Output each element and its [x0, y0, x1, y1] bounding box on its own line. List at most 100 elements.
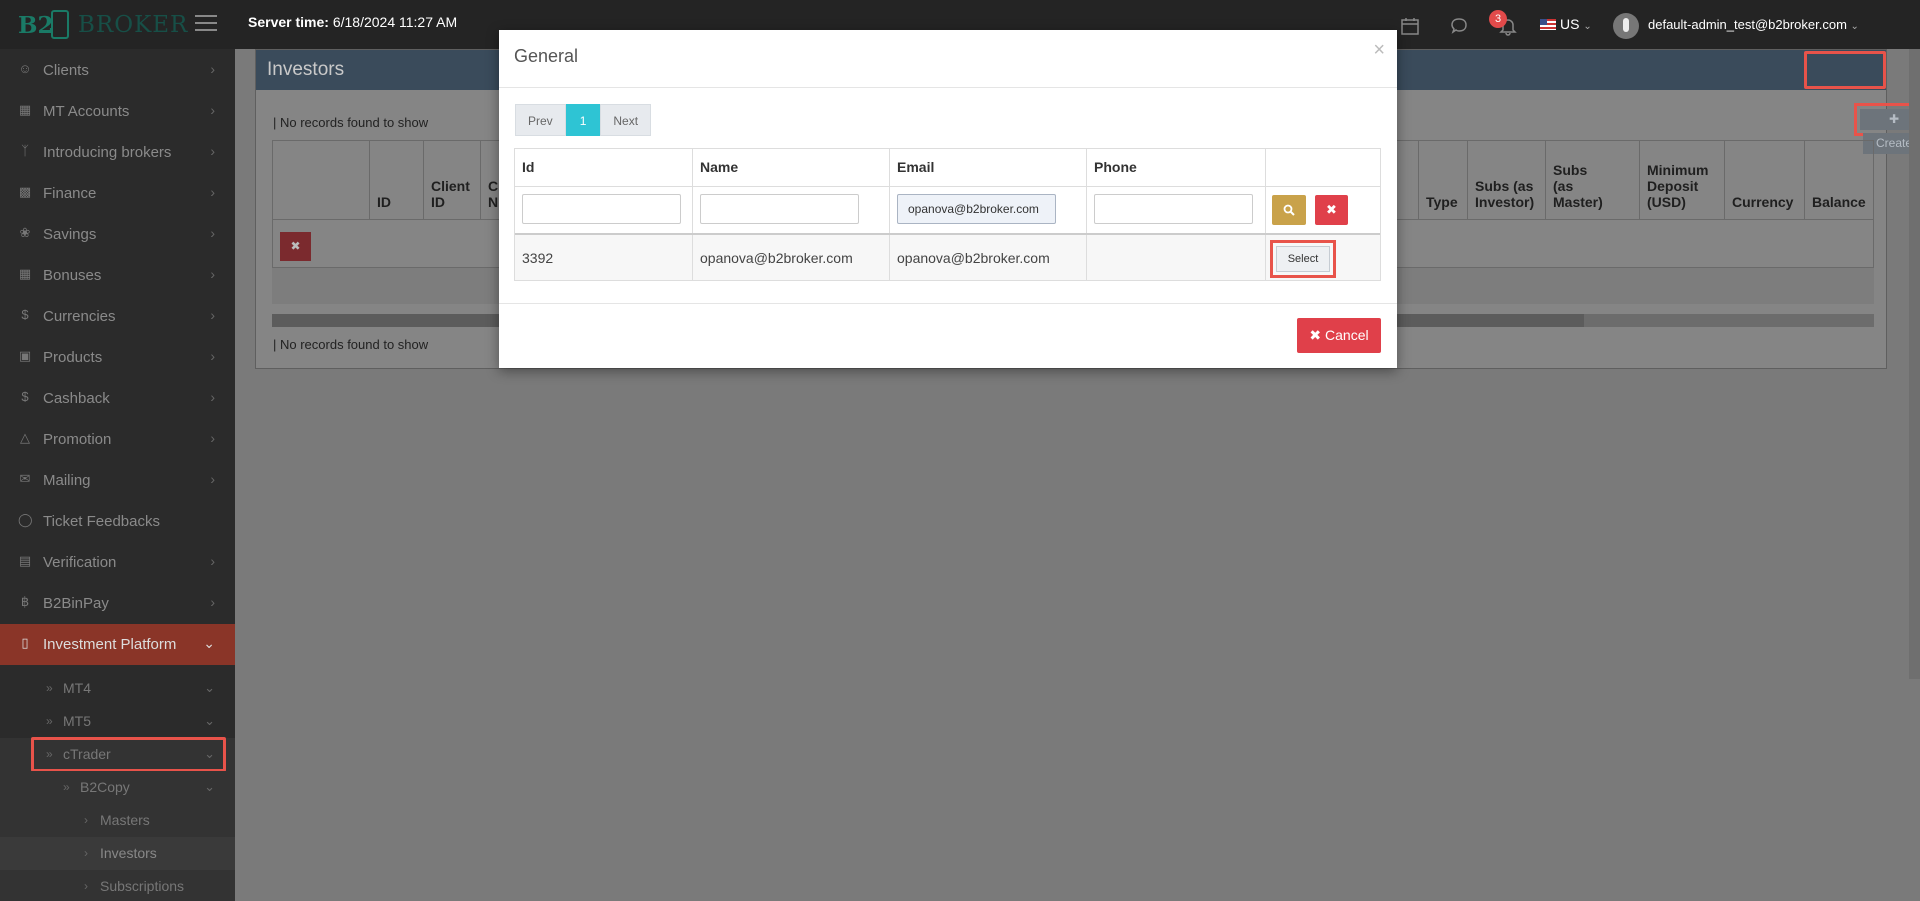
sidebar-item-savings[interactable]: ❀ Savings › [0, 214, 235, 255]
table-header-id[interactable]: ID [370, 141, 424, 219]
filter-cell [890, 187, 1087, 233]
ctrader-highlight-box [31, 737, 226, 772]
column-label: Minimum Deposit (USD) [1647, 162, 1709, 210]
clients-table: Id Name Email Phone ✖ 3392 opanova@b2bro… [514, 148, 1381, 281]
server-time-label: Server time: [248, 14, 329, 30]
name-filter-input[interactable] [700, 194, 859, 224]
modal-title: General [514, 46, 579, 66]
table-header-cell [273, 141, 370, 219]
double-chevron-icon: » [46, 681, 53, 695]
calendar-icon[interactable] [1400, 16, 1420, 36]
id-filter-input[interactable] [522, 194, 681, 224]
sidebar-item-clients[interactable]: ☺ Clients › [0, 50, 235, 91]
bar-chart-icon: ▦ [18, 102, 32, 117]
clear-filter-button[interactable]: ✖ [280, 232, 311, 261]
user-menu[interactable]: default-admin_test@b2broker.com ⌄ [1648, 17, 1859, 32]
column-label: Type [1426, 194, 1458, 210]
sidebar-item-introducing-brokers[interactable]: ᛉ Introducing brokers › [0, 132, 235, 173]
sidebar-subitem-label: Investors [100, 845, 157, 861]
logo-b2-text: B2 [18, 12, 54, 39]
column-label: Balance [1812, 194, 1866, 210]
chevron-down-icon: ⌄ [1850, 21, 1859, 32]
column-header-phone: Phone [1087, 149, 1266, 186]
money-icon: ▩ [18, 184, 32, 199]
chat-icon[interactable] [1449, 16, 1469, 36]
sidebar-item-label: Ticket Feedbacks [43, 513, 160, 530]
cancel-button[interactable]: ✖ Cancel [1297, 318, 1381, 353]
server-time-value: 6/18/2024 11:27 AM [332, 14, 458, 30]
close-icon[interactable]: × [1373, 39, 1385, 62]
table-header-client-id[interactable]: Client ID [424, 141, 481, 219]
sidebar-item-verification[interactable]: ▤ Verification › [0, 542, 235, 583]
prev-page-button[interactable]: Prev [515, 104, 566, 136]
sidebar-subitem-b2copy[interactable]: » B2Copy ⌄ [0, 771, 235, 804]
sidebar-item-products[interactable]: ▣ Products › [0, 337, 235, 378]
sidebar-item-finance[interactable]: ▩ Finance › [0, 173, 235, 214]
table-header-subs-investor[interactable]: Subs (as Investor) [1468, 141, 1546, 219]
chevron-right-icon: › [84, 846, 88, 860]
table-cell: opanova@b2broker.com [890, 235, 1087, 280]
filter-row: ✖ [515, 186, 1380, 233]
table-row[interactable]: 3392 opanova@b2broker.com opanova@b2brok… [515, 233, 1380, 280]
sidebar-item-mt-accounts[interactable]: ▦ MT Accounts › [0, 91, 235, 132]
sidebar-item-label: B2BinPay [43, 595, 109, 612]
select-button[interactable]: Select [1276, 246, 1330, 272]
chevron-down-icon: ⌄ [204, 779, 215, 794]
flag-icon[interactable] [1540, 19, 1556, 30]
filter-actions-cell: ✖ [1266, 187, 1380, 233]
search-button[interactable] [1272, 195, 1306, 225]
table-header-subs-master[interactable]: Subs (as Master) [1546, 141, 1640, 219]
table-header-type[interactable]: Type [1418, 141, 1468, 219]
page-1-button[interactable]: 1 [565, 104, 601, 136]
phone-filter-input[interactable] [1094, 194, 1253, 224]
sidebar-item-label: Savings [43, 226, 97, 243]
column-header-name: Name [693, 149, 890, 186]
sidebar-item-currencies[interactable]: $ Currencies › [0, 296, 235, 337]
table-cell [1087, 235, 1266, 280]
chevron-right-icon: › [210, 266, 215, 282]
chevron-right-icon: › [84, 813, 88, 827]
branch-icon: ᛉ [21, 143, 29, 158]
menu-toggle-icon[interactable] [195, 15, 217, 33]
chevron-down-icon: ⌄ [204, 713, 215, 728]
sidebar-subitem-label: B2Copy [80, 779, 130, 795]
no-records-label: No records found to show [280, 115, 429, 130]
vertical-scrollbar[interactable] [1909, 49, 1920, 679]
pagination: Prev 1 Next [515, 104, 652, 136]
sidebar-subitem-investors[interactable]: › Investors [0, 837, 235, 870]
clear-filter-button[interactable]: ✖ [1315, 195, 1348, 225]
sidebar-item-cashback[interactable]: $ Cashback › [0, 378, 235, 419]
cancel-label: Cancel [1325, 327, 1369, 343]
briefcase-icon: ▣ [18, 348, 32, 363]
sidebar-subitem-mt5[interactable]: » MT5 ⌄ [0, 705, 235, 738]
sidebar-subitem-masters[interactable]: › Masters [0, 804, 235, 837]
table-cell: opanova@b2broker.com [693, 235, 890, 280]
table-header-currency[interactable]: Currency [1725, 141, 1805, 219]
column-header-email: Email [890, 149, 1087, 186]
sidebar-subitem-mt4[interactable]: » MT4 ⌄ [0, 672, 235, 705]
column-label: Client ID [431, 178, 470, 210]
language-label: US [1560, 16, 1580, 32]
b2broker-logo[interactable]: B2 BROKER [18, 9, 187, 41]
sidebar-item-label: Promotion [43, 431, 112, 448]
sidebar-item-investment-platform[interactable]: ▯ Investment Platform ⌄ [0, 624, 235, 665]
chat-icon: ◯ [18, 512, 33, 527]
next-page-button[interactable]: Next [600, 104, 652, 136]
sidebar-item-promotion[interactable]: △ Promotion › [0, 419, 235, 460]
chevron-right-icon: › [210, 389, 215, 405]
sidebar-subitem-subscriptions[interactable]: › Subscriptions [0, 870, 235, 901]
chevron-down-icon: ⌄ [203, 635, 215, 651]
sidebar-item-b2binpay[interactable]: ฿ B2BinPay › [0, 583, 235, 624]
sidebar-item-ticket-feedbacks[interactable]: ◯ Ticket Feedbacks [0, 501, 235, 542]
user-email: default-admin_test@b2broker.com [1648, 17, 1847, 32]
table-header-min-deposit[interactable]: Minimum Deposit (USD) [1640, 141, 1725, 219]
sidebar-item-bonuses[interactable]: ▦ Bonuses › [0, 255, 235, 296]
table-header-balance[interactable]: Balance [1805, 141, 1875, 219]
email-filter-input[interactable] [897, 194, 1056, 224]
user-icon: ☺ [18, 61, 32, 76]
filter-cell [1087, 187, 1266, 233]
sidebar-item-mailing[interactable]: ✉ Mailing › [0, 460, 235, 501]
avatar-icon[interactable] [1613, 13, 1639, 39]
language-selector[interactable]: US ⌄ [1560, 16, 1592, 32]
chevron-right-icon: › [210, 553, 215, 569]
